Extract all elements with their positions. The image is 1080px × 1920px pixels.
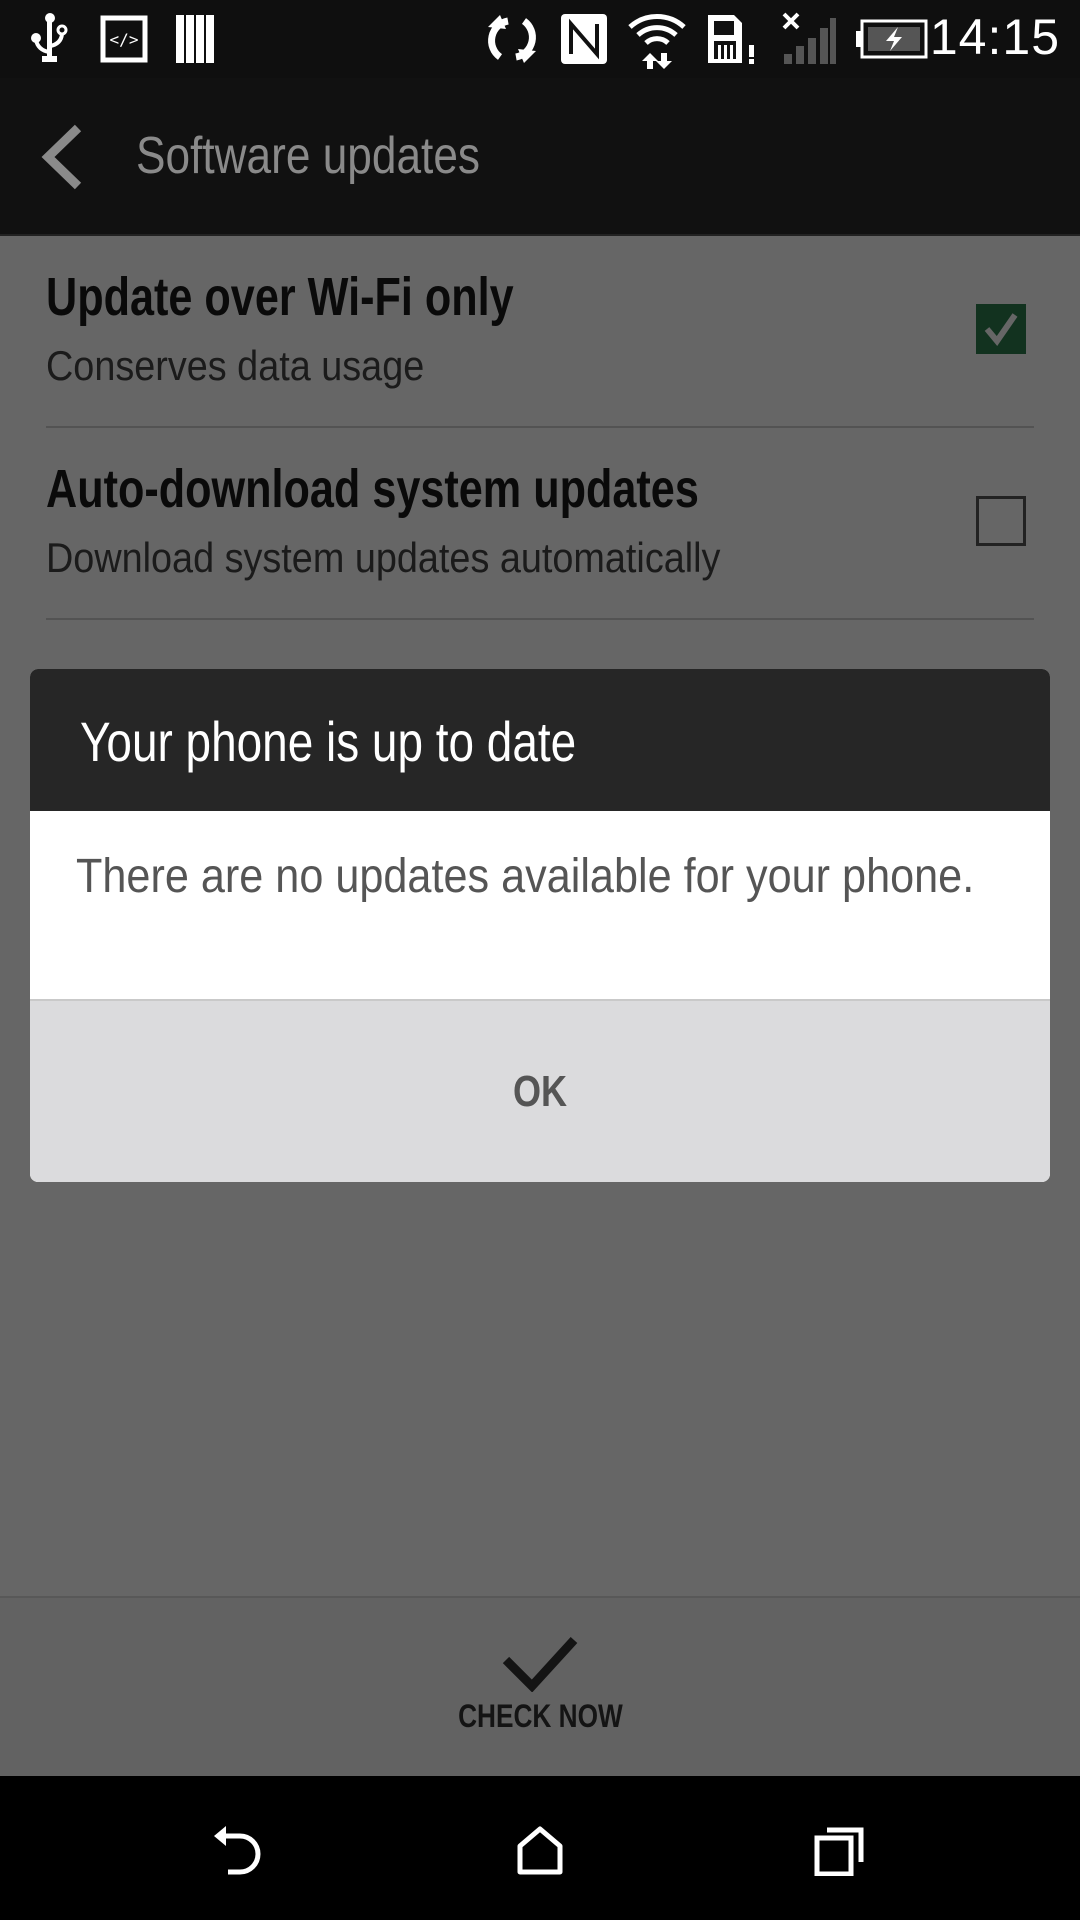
ok-button[interactable]: OK	[30, 1001, 1050, 1182]
developer-mode-icon: </>	[100, 12, 148, 66]
storage-icon	[174, 12, 218, 66]
back-icon	[214, 1826, 261, 1875]
chevron-left-icon	[41, 124, 82, 190]
nav-home-button[interactable]	[500, 1816, 580, 1886]
sync-icon	[486, 12, 538, 66]
home-icon	[517, 1826, 563, 1875]
no-signal-icon	[782, 12, 838, 66]
dialog-message: There are no updates available for your …	[76, 850, 975, 903]
wifi-data-icon	[626, 12, 688, 69]
svg-text:</>: </>	[110, 30, 139, 49]
dialog-header: Your phone is up to date	[30, 669, 1050, 811]
recents-icon	[814, 1827, 864, 1876]
update-status-dialog: Your phone is up to date There are no up…	[30, 669, 1050, 1182]
nfc-icon	[560, 12, 608, 66]
back-button[interactable]	[38, 124, 98, 190]
nav-back-button[interactable]	[200, 1816, 280, 1886]
usb-icon	[28, 12, 72, 66]
app-bar: Software updates	[0, 78, 1080, 236]
status-bar: </> 14:15	[0, 0, 1080, 78]
navigation-bar	[0, 1776, 1080, 1920]
dialog-footer: OK	[30, 1001, 1050, 1182]
dialog-title: Your phone is up to date	[80, 710, 577, 773]
page-title: Software updates	[136, 127, 480, 185]
sim-alert-icon	[706, 12, 760, 66]
nav-recents-button[interactable]	[800, 1816, 880, 1886]
clock: 14:15	[929, 9, 1060, 65]
ok-label: OK	[512, 1066, 568, 1116]
battery-charging-icon	[856, 12, 928, 66]
dialog-body: There are no updates available for your …	[30, 811, 1050, 1001]
